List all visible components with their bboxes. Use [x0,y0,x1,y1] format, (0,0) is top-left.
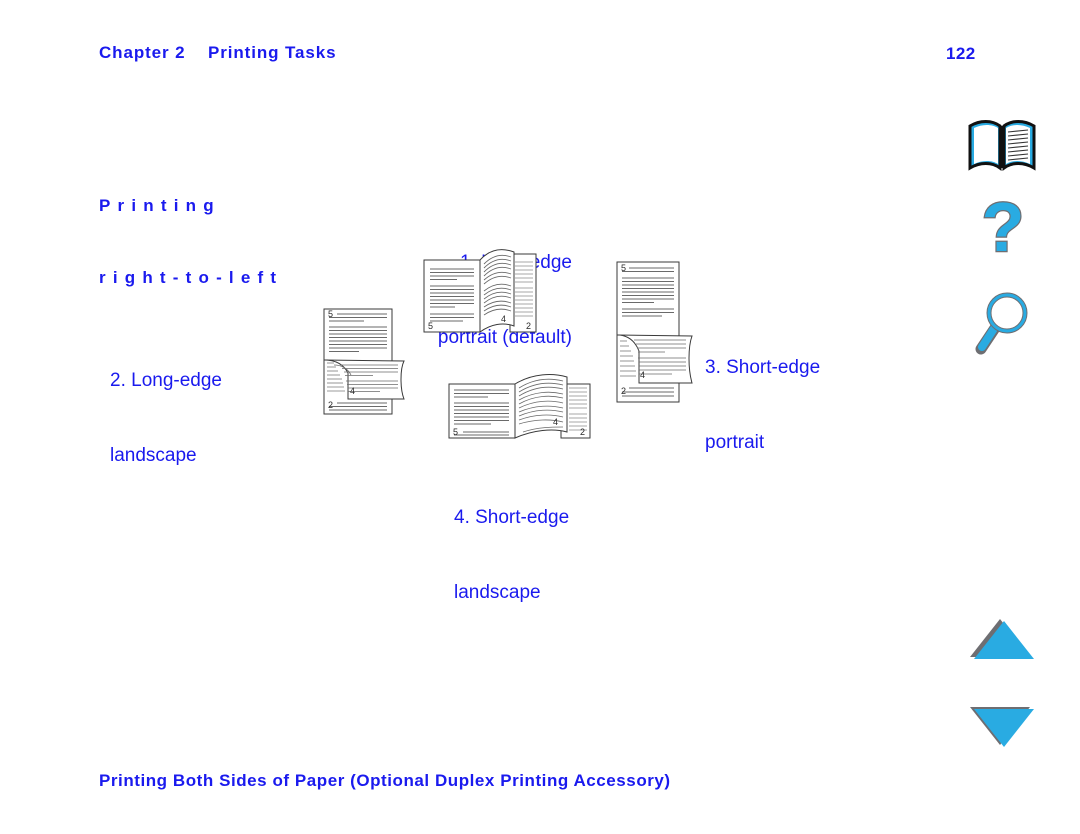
illustration-short-edge-landscape: 5 4 2 [448,374,591,439]
question-icon[interactable]: ? [975,193,1031,269]
document-page: Chapter 2 Printing Tasks 122 Printing ri… [0,0,1080,834]
diagram-label-long-edge-landscape: 2. Long-edge landscape [110,318,310,518]
page-number: 122 [946,44,976,63]
diagram4-pagenum-5: 5 [453,427,458,437]
diagram-label-2-line-2: landscape [110,445,197,466]
diagram-pagenum-4: 4 [501,314,506,324]
diagram2-pagenum-5: 5 [328,309,333,319]
diagram-label-short-edge-portrait: 3. Short-edge portrait [705,305,925,505]
illustration-short-edge-portrait: 5 4 2 [616,261,693,403]
triangle-up-icon[interactable] [968,617,1036,661]
diagram-label-4-line-2: landscape [454,582,541,603]
magnifier-icon[interactable] [972,291,1034,357]
illustration-long-edge-portrait: 5 4 2 [423,249,537,333]
book-icon[interactable] [966,116,1038,174]
diagram3-pagenum-2: 2 [621,386,626,396]
diagram-pagenum-2: 2 [526,321,531,331]
diagram-pagenum-5: 5 [428,321,433,331]
diagram3-pagenum-4: 4 [640,370,645,380]
section-heading: Printing right-to-left [99,146,283,338]
diagram-label-3-line-1: 3. Short-edge [705,357,821,378]
diagram3-pagenum-5: 5 [621,263,626,273]
svg-text:?: ? [982,193,1025,266]
diagram2-pagenum-2: 2 [328,400,333,410]
footer-section-title: Printing Both Sides of Paper (Optional D… [99,771,671,790]
illustration-long-edge-landscape: 5 4 2 [323,308,405,415]
diagram4-pagenum-4: 4 [553,417,558,427]
section-heading-line-2: right-to-left [99,268,284,287]
diagram2-pagenum-4: 4 [350,386,355,396]
diagram-label-short-edge-landscape: 4. Short-edge landscape [454,455,684,655]
section-heading-line-1: Printing [99,196,221,215]
diagram-label-2-line-1: 2. Long-edge [110,370,222,391]
diagram-label-4-line-1: 4. Short-edge [454,507,570,528]
triangle-down-icon[interactable] [968,705,1036,749]
diagram4-pagenum-2: 2 [580,427,585,437]
diagram-label-3-line-2: portrait [705,432,765,453]
header-chapter-title: Chapter 2 Printing Tasks [99,43,337,62]
